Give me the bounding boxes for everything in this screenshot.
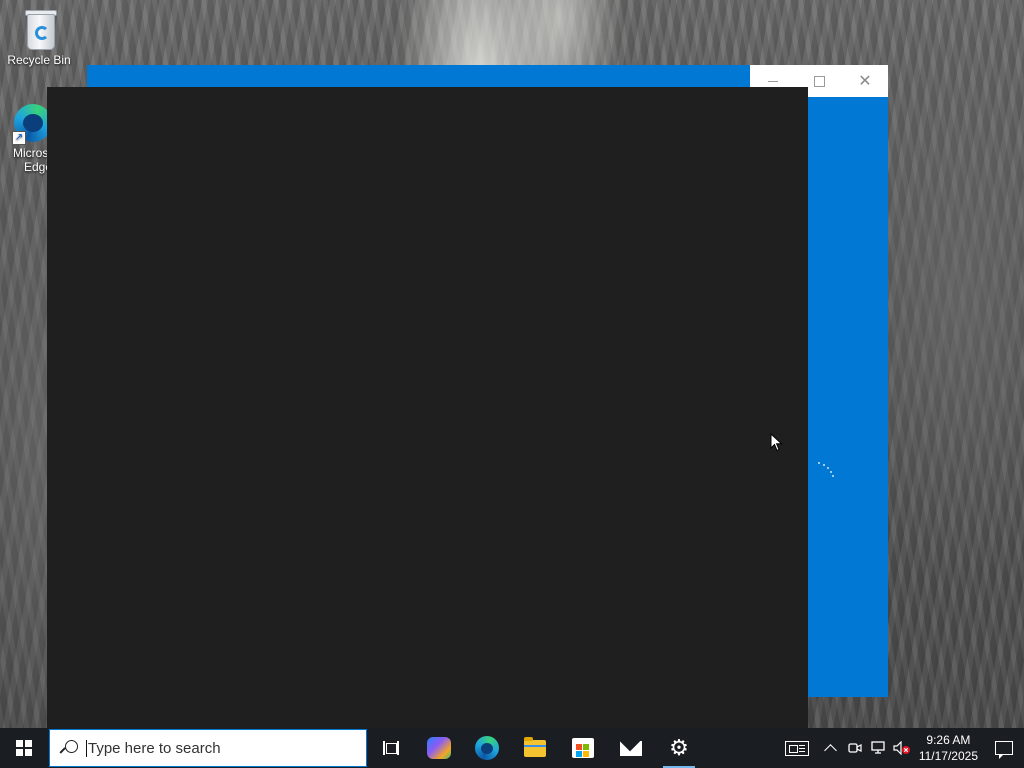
network-button[interactable] <box>867 728 891 768</box>
desktop-icon-label: Recycle Bin <box>7 53 71 67</box>
desktop-icon-recycle-bin[interactable]: Recycle Bin <box>0 8 78 67</box>
close-button[interactable]: ✕ <box>842 65 888 97</box>
taskbar-copilot-button[interactable] <box>415 728 463 768</box>
search-box[interactable] <box>49 729 367 767</box>
search-icon <box>50 729 86 767</box>
shortcut-arrow-icon: ↗ <box>12 131 26 145</box>
meet-icon <box>848 743 862 753</box>
notification-icon <box>995 741 1013 759</box>
clock-time: 9:26 AM <box>926 733 971 747</box>
notification-center-button[interactable] <box>984 728 1024 768</box>
clock-date: 11/17/2025 <box>918 749 978 763</box>
taskbar-edge-button[interactable] <box>463 728 511 768</box>
search-input[interactable] <box>86 739 348 757</box>
clock[interactable]: 9:26 AM 11/17/2025 <box>913 728 984 768</box>
show-hidden-icons-button[interactable] <box>819 728 843 768</box>
windows-logo-icon <box>16 740 32 756</box>
folder-icon <box>524 736 546 757</box>
network-icon <box>871 741 885 754</box>
system-tray: 9:26 AM 11/17/2025 <box>775 728 1024 768</box>
desktop: Recycle Bin ↗ Micros Edge ✕ <box>0 0 1024 728</box>
volume-muted-icon <box>893 741 910 755</box>
busy-spinner-icon <box>812 458 840 486</box>
gear-icon: ⚙ <box>669 735 689 760</box>
copilot-icon <box>427 737 451 759</box>
recycle-bin-icon <box>23 8 57 50</box>
start-button[interactable] <box>0 728 48 768</box>
chevron-up-icon <box>824 743 838 757</box>
store-icon <box>572 738 594 758</box>
taskbar-file-explorer-button[interactable] <box>511 728 559 768</box>
meet-now-button[interactable] <box>843 728 867 768</box>
mail-icon <box>620 740 642 756</box>
edge-icon <box>475 736 499 760</box>
mouse-cursor-icon <box>770 433 783 452</box>
taskbar: ⚙ 9: <box>0 728 1024 768</box>
taskbar-store-button[interactable] <box>559 728 607 768</box>
news-button[interactable] <box>775 728 819 768</box>
taskbar-task-view-button[interactable] <box>367 728 415 768</box>
volume-button[interactable] <box>891 728 913 768</box>
news-icon <box>784 740 809 756</box>
task-view-icon <box>383 741 399 755</box>
foreground-window[interactable] <box>47 87 808 728</box>
taskbar-settings-button[interactable]: ⚙ <box>655 728 703 768</box>
taskbar-mail-button[interactable] <box>607 728 655 768</box>
